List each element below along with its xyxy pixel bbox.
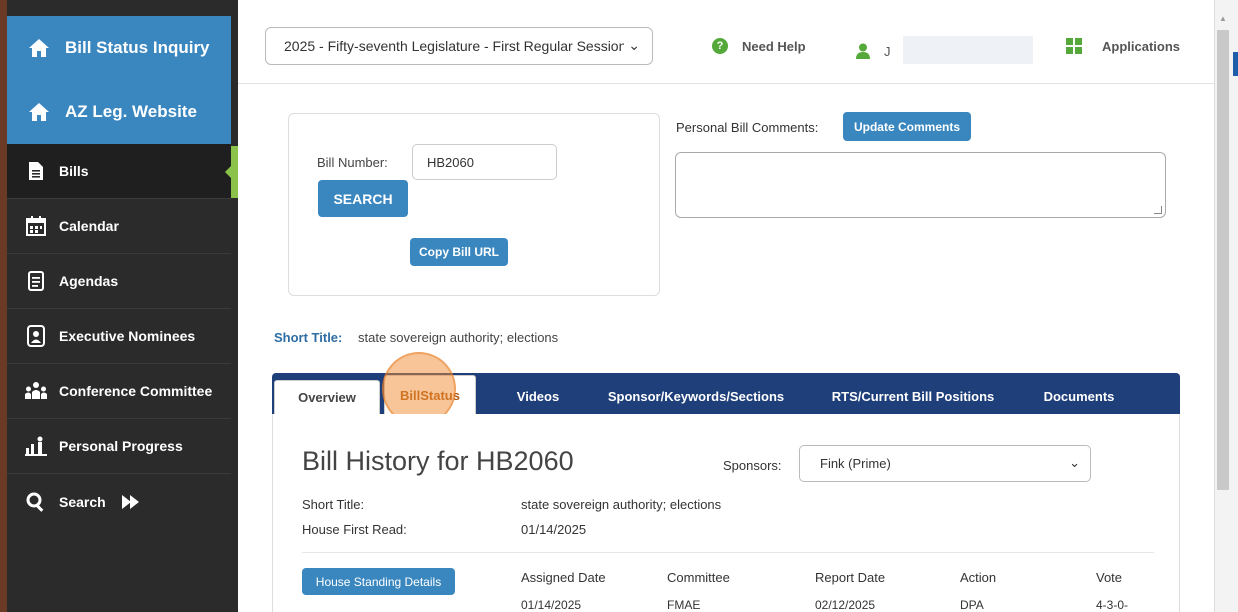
sidebar-item-executive-nominees[interactable]: Executive Nominees xyxy=(7,309,231,364)
document-icon xyxy=(25,160,47,182)
applications-label: Applications xyxy=(1102,38,1181,54)
sidebar-item-label: Search xyxy=(59,493,106,510)
side-tab-edge xyxy=(1233,52,1238,76)
tab-overview[interactable]: Overview xyxy=(274,380,380,414)
house-first-read-label: House First Read: xyxy=(302,522,407,537)
user-menu[interactable]: J xyxy=(856,36,1033,64)
short-title-row: Short Title: state sovereign authority; … xyxy=(274,330,558,345)
copy-bill-url-button[interactable]: Copy Bill URL xyxy=(410,238,508,266)
group-icon xyxy=(25,380,47,402)
need-help-link[interactable]: ? Need Help xyxy=(712,38,806,54)
sponsors-select[interactable]: Fink (Prime) ⌄ xyxy=(799,445,1091,482)
chevron-down-icon: ⌄ xyxy=(1069,455,1080,470)
sidebar-item-label: Personal Progress xyxy=(59,438,183,454)
need-help-label: Need Help xyxy=(742,38,806,54)
personal-comments-textarea[interactable] xyxy=(675,152,1166,218)
column-header: Report Date xyxy=(815,570,886,585)
bill-history-title: Bill History for HB2060 xyxy=(302,446,574,476)
tab-videos[interactable]: Videos xyxy=(506,378,570,414)
column-header: Action xyxy=(960,570,997,585)
session-select[interactable]: 2025 - Fifty-seventh Legislature - First… xyxy=(265,27,653,65)
resize-grip-icon[interactable] xyxy=(1154,206,1162,214)
tab-documents[interactable]: Documents xyxy=(1030,378,1128,414)
house-standing-details-button[interactable]: House Standing Details xyxy=(302,568,455,595)
sidebar-item-personal-progress[interactable]: Personal Progress xyxy=(7,419,231,474)
short-title-value: state sovereign authority; elections xyxy=(358,330,559,345)
agenda-icon xyxy=(25,270,47,292)
sidebar-link-bill-status-inquiry[interactable]: Bill Status Inquiry xyxy=(7,16,231,80)
progress-icon xyxy=(25,435,47,457)
home-icon xyxy=(27,37,51,59)
column-header: Vote xyxy=(1096,570,1123,585)
sidebar-item-conference-committee[interactable]: Conference Committee xyxy=(7,364,231,419)
table-cell: 4-3-0- xyxy=(1096,598,1129,612)
user-icon xyxy=(856,43,870,59)
sidebar-item-search[interactable]: Search xyxy=(7,474,231,529)
home-icon xyxy=(27,101,51,123)
redacted-username xyxy=(902,36,1033,64)
column-header: Committee xyxy=(667,570,730,585)
chevron-down-icon: ⌄ xyxy=(628,37,640,53)
active-indicator-arrow xyxy=(225,164,233,180)
sidebar-item-label: Calendar xyxy=(59,218,119,234)
table-cell: DPA xyxy=(960,598,984,612)
sidebar-item-bills[interactable]: Bills xyxy=(7,144,231,199)
session-select-value: 2025 - Fifty-seventh Legislature - First… xyxy=(284,38,624,54)
history-short-title-value: state sovereign authority; elections xyxy=(521,497,722,512)
sidebar-item-calendar[interactable]: Calendar xyxy=(7,199,231,254)
sponsors-label: Sponsors: xyxy=(723,458,782,473)
scroll-up-arrow-icon[interactable]: ▲ xyxy=(1219,14,1227,23)
sidebar-link-az-leg-website[interactable]: AZ Leg. Website xyxy=(7,80,231,144)
sidebar-item-agendas[interactable]: Agendas xyxy=(7,254,231,309)
applications-link[interactable]: Applications xyxy=(1066,38,1180,54)
nominee-icon xyxy=(25,325,47,347)
update-comments-button[interactable]: Update Comments xyxy=(843,112,971,141)
divider xyxy=(302,552,1154,553)
window-edge xyxy=(0,0,7,612)
sidebar-link-label: Bill Status Inquiry xyxy=(65,38,210,57)
scrollbar-thumb[interactable] xyxy=(1217,30,1229,490)
sidebar-link-label: AZ Leg. Website xyxy=(65,102,197,121)
history-short-title-label: Short Title: xyxy=(302,497,365,512)
tab-rts-current-bill-positions[interactable]: RTS/Current Bill Positions xyxy=(822,378,1004,414)
table-cell: 02/12/2025 xyxy=(815,598,876,612)
sidebar-item-label: Bills xyxy=(59,163,89,179)
sidebar-item-label: Conference Committee xyxy=(59,383,213,399)
personal-comments-label: Personal Bill Comments: xyxy=(676,120,819,135)
fast-forward-icon xyxy=(121,494,140,509)
search-button[interactable]: SEARCH xyxy=(318,180,408,217)
sponsors-select-value: Fink (Prime) xyxy=(820,456,891,471)
apps-grid-icon xyxy=(1066,38,1082,54)
short-title-label: Short Title: xyxy=(274,330,343,345)
calendar-icon xyxy=(25,215,47,237)
sidebar-item-label: Agendas xyxy=(59,273,119,289)
table-cell: FMAE xyxy=(667,598,701,612)
column-header: Assigned Date xyxy=(521,570,606,585)
bill-number-label: Bill Number: xyxy=(317,155,388,170)
house-first-read-value: 01/14/2025 xyxy=(521,522,587,537)
help-icon: ? xyxy=(712,38,728,54)
bill-number-input[interactable]: HB2060 xyxy=(412,144,557,180)
search-icon xyxy=(25,491,47,513)
sidebar-item-label: Executive Nominees xyxy=(59,328,196,344)
table-cell: 01/14/2025 xyxy=(521,598,582,612)
user-name: J xyxy=(884,43,891,59)
tab-sponsor-keywords-sections[interactable]: Sponsor/Keywords/Sections xyxy=(600,378,792,414)
